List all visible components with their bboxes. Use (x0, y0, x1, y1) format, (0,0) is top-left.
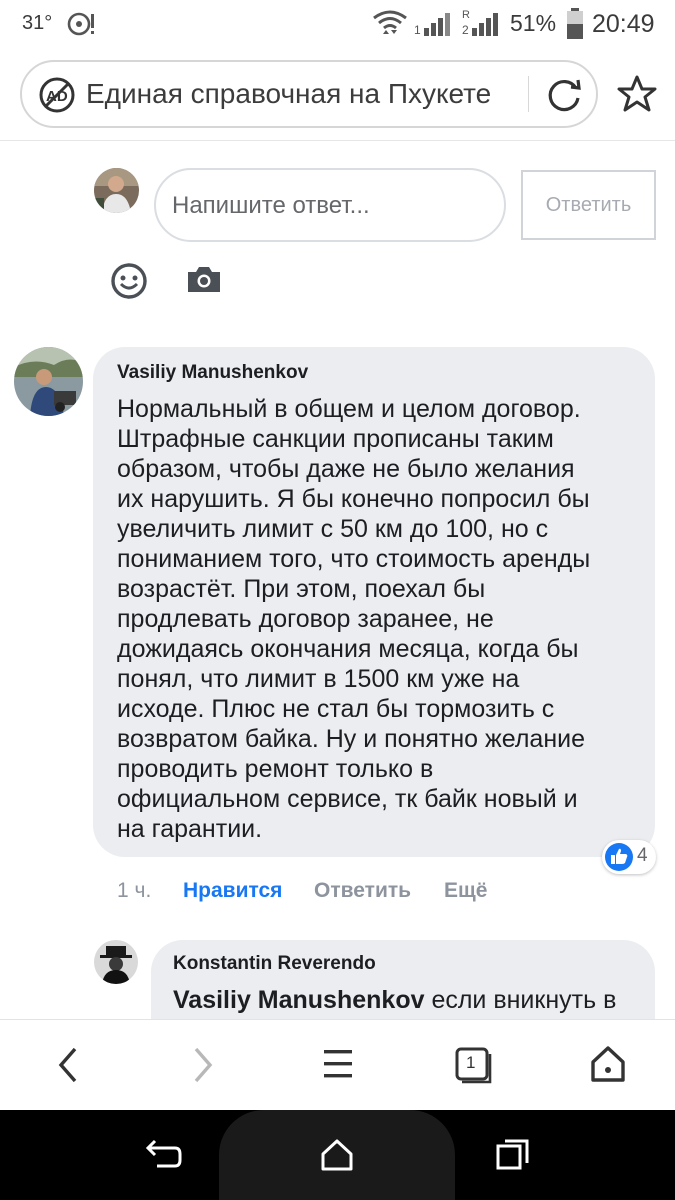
forward-icon[interactable] (190, 1045, 216, 1085)
like-icon (605, 843, 633, 871)
comment-line: на гарантии. (117, 815, 263, 843)
svg-text:R: R (462, 9, 470, 21)
reload-icon[interactable] (545, 76, 583, 114)
comment-line: их нарушить. Я бы конечно попросил бы (117, 485, 590, 513)
system-back-icon[interactable] (145, 1138, 183, 1172)
reply-action[interactable]: Ответить (314, 879, 411, 903)
reply-comment-body: если вникнуть в (424, 986, 617, 1014)
like-action[interactable]: Нравится (183, 879, 282, 903)
current-user-avatar-image (94, 168, 139, 213)
current-user-avatar[interactable] (94, 168, 139, 213)
mention-link[interactable]: Vasiliy Manushenkov (173, 986, 425, 1014)
back-icon[interactable] (55, 1045, 81, 1085)
clock: 20:49 (592, 10, 655, 38)
author-avatar-image (14, 347, 83, 416)
comment-line: продлевать договор заранее, не (117, 605, 494, 633)
svg-text:1: 1 (414, 23, 421, 37)
reply-author-avatar[interactable] (94, 940, 138, 984)
signal-icon-2: R 2 (462, 9, 498, 37)
comment-line: Нормальный в общем и целом договор. (117, 395, 581, 423)
temperature-label: 31° (22, 12, 53, 34)
reply-comment-author[interactable]: Konstantin Reverendo (173, 953, 376, 975)
comment-line: пониманием того, что стоимость аренды (117, 545, 591, 573)
emoji-icon[interactable] (110, 262, 148, 300)
svg-text:2: 2 (462, 23, 469, 37)
comment-line: увеличить лимит с 50 км до 100, но с (117, 515, 549, 543)
star-icon[interactable] (617, 74, 657, 114)
comment-line: дожидаясь окончания месяца, когда бы (117, 635, 579, 663)
more-action[interactable]: Ещё (444, 879, 487, 903)
reply-author-avatar-image (94, 940, 138, 984)
system-recents-icon[interactable] (495, 1137, 531, 1173)
comment-line: возвратом байка. Ну и понятно желание (117, 725, 585, 753)
page-title[interactable]: Единая справочная на Пхукете (86, 78, 491, 110)
reply-comment-text: Vasiliy Manushenkov если вникнуть в (173, 986, 616, 1015)
reply-placeholder: Напишите ответ... (172, 192, 370, 219)
author-avatar[interactable] (14, 347, 83, 416)
comment-line: Штрафные санкции прописаны таким (117, 425, 554, 453)
signal-icon: 1 (414, 13, 450, 37)
camera-icon[interactable] (186, 264, 222, 294)
comment-line: проводить ремонт только в (117, 755, 434, 783)
comment-line: образом, чтобы даже не было желания (117, 455, 575, 483)
home-icon[interactable] (588, 1044, 628, 1084)
reply-submit-button[interactable]: Ответить (521, 170, 656, 240)
header-divider (0, 140, 675, 141)
like-count: 4 (637, 845, 648, 866)
adblock-icon[interactable]: AD (38, 76, 76, 114)
comment-line: возрастёт. При этом, поехал бы (117, 575, 486, 603)
battery-percent: 51% (510, 10, 557, 36)
sound-off-icon (67, 12, 94, 36)
system-home-icon[interactable] (320, 1138, 354, 1172)
comment-author[interactable]: Vasiliy Manushenkov (117, 362, 308, 384)
comment-line: понял, что лимит в 1500 км уже на (117, 665, 520, 693)
comment-line: официальном сервисе, тк байк новый и (117, 785, 578, 813)
comment-line: исходе. Плюс не стал бы тормозить с (117, 695, 555, 723)
battery-icon (567, 8, 583, 39)
comment-text: Нормальный в общем и целом договор. Штра… (117, 394, 645, 844)
menu-icon[interactable] (322, 1046, 354, 1082)
wifi-icon (373, 10, 407, 34)
tab-count: 1 (466, 1053, 476, 1072)
address-divider (528, 76, 529, 112)
comment-time[interactable]: 1 ч. (117, 879, 151, 903)
